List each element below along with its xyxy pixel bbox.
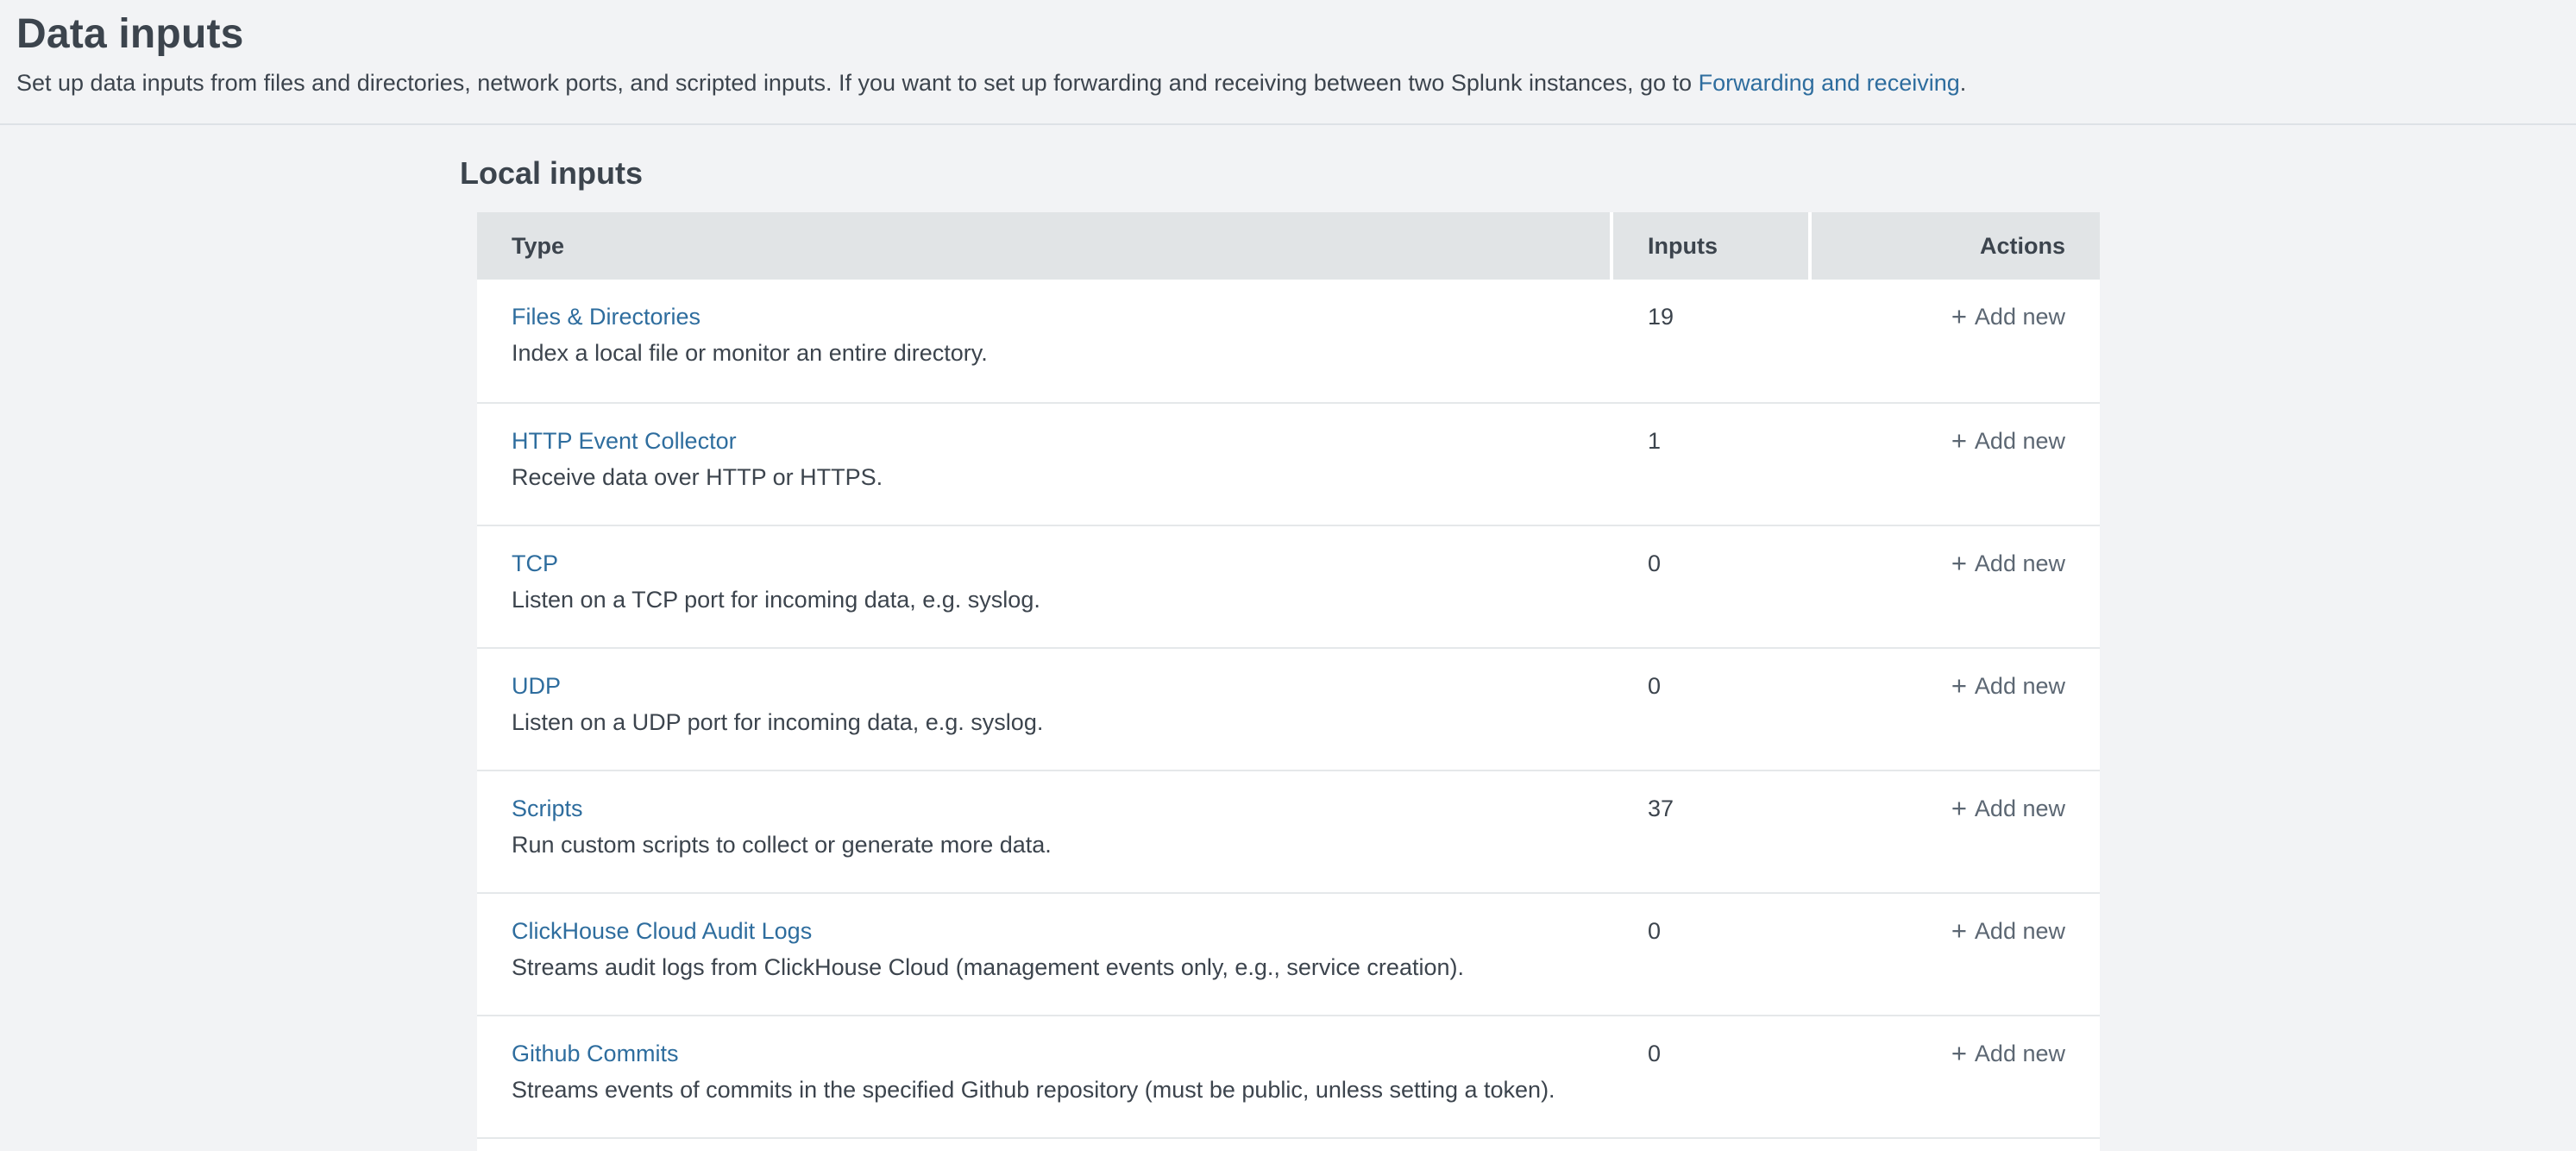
add-new-button[interactable]: + Add new xyxy=(1951,918,2065,944)
add-new-label: Add new xyxy=(1975,673,2065,699)
actions-cell: + Add new xyxy=(1812,894,2100,1015)
forwarding-and-receiving-link[interactable]: Forwarding and receiving xyxy=(1699,70,1960,96)
table-row: Files & Directories Index a local file o… xyxy=(477,280,2100,402)
column-header-inputs: Inputs xyxy=(1610,212,1808,280)
input-type-link[interactable]: ClickHouse Cloud Audit Logs xyxy=(512,916,812,946)
add-new-button[interactable]: + Add new xyxy=(1951,304,2065,330)
input-type-description: Streams events of commits in the specifi… xyxy=(512,1075,1575,1104)
input-type-link[interactable]: Files & Directories xyxy=(512,302,701,331)
table-row: UDP Listen on a UDP port for incoming da… xyxy=(477,647,2100,770)
plus-icon: + xyxy=(1951,426,1967,456)
table-row: TCP Listen on a TCP port for incoming da… xyxy=(477,525,2100,647)
type-cell: HTTP Event Collector Receive data over H… xyxy=(477,404,1610,525)
table-row: Scripts Run custom scripts to collect or… xyxy=(477,770,2100,892)
actions-cell: + Add new xyxy=(1812,280,2100,402)
subtitle-text-before: Set up data inputs from files and direct… xyxy=(16,70,1699,96)
add-new-button[interactable]: + Add new xyxy=(1951,796,2065,821)
inputs-count-cell: 1 xyxy=(1610,404,1812,525)
type-cell: UDP Listen on a UDP port for incoming da… xyxy=(477,649,1610,770)
add-new-button[interactable]: + Add new xyxy=(1951,673,2065,699)
actions-cell: + Add new xyxy=(1812,649,2100,770)
add-new-button[interactable]: + Add new xyxy=(1951,1041,2065,1066)
table-header-row: Type Inputs Actions xyxy=(477,212,2100,280)
actions-cell: + Add new xyxy=(1812,1016,2100,1137)
plus-icon: + xyxy=(1951,671,1967,701)
section-title: Local inputs xyxy=(460,156,2576,191)
actions-cell: + Add new xyxy=(1812,526,2100,647)
inputs-count-cell: 19 xyxy=(1610,280,1812,402)
input-type-link[interactable]: Scripts xyxy=(512,794,583,823)
input-type-description: Listen on a TCP port for incoming data, … xyxy=(512,585,1575,614)
actions-cell: + Add new xyxy=(1812,771,2100,892)
input-type-description: Streams audit logs from ClickHouse Cloud… xyxy=(512,953,1575,982)
table-row: Github Commits Streams events of commits… xyxy=(477,1015,2100,1137)
add-new-label: Add new xyxy=(1975,918,2065,944)
type-cell: Scripts Run custom scripts to collect or… xyxy=(477,771,1610,892)
inputs-count-cell: 0 xyxy=(1610,526,1812,647)
page-title: Data inputs xyxy=(16,12,2541,57)
add-new-button[interactable]: + Add new xyxy=(1951,550,2065,576)
add-new-button[interactable]: + Add new xyxy=(1951,428,2065,454)
type-cell: ClickHouse Cloud Audit Logs Streams audi… xyxy=(477,894,1610,1015)
subtitle-text-after: . xyxy=(1960,70,1967,96)
input-type-link[interactable]: Github Commits xyxy=(512,1039,679,1068)
content-area: Local inputs Type Inputs Actions Files &… xyxy=(0,156,2576,1151)
plus-icon: + xyxy=(1951,302,1967,331)
inputs-count-cell: 0 xyxy=(1610,1016,1812,1137)
add-new-label: Add new xyxy=(1975,550,2065,576)
partial-next-row xyxy=(477,1137,2100,1151)
inputs-count-cell: 0 xyxy=(1610,649,1812,770)
add-new-label: Add new xyxy=(1975,1041,2065,1066)
type-cell: TCP Listen on a TCP port for incoming da… xyxy=(477,526,1610,647)
input-type-link[interactable]: TCP xyxy=(512,549,558,578)
inputs-count-cell: 37 xyxy=(1610,771,1812,892)
add-new-label: Add new xyxy=(1975,428,2065,454)
page-header: Data inputs Set up data inputs from file… xyxy=(0,0,2576,125)
input-type-link[interactable]: UDP xyxy=(512,671,561,701)
table-body: Files & Directories Index a local file o… xyxy=(477,280,2100,1137)
type-cell: Files & Directories Index a local file o… xyxy=(477,280,1610,402)
type-cell: Github Commits Streams events of commits… xyxy=(477,1016,1610,1137)
input-type-description: Index a local file or monitor an entire … xyxy=(512,338,1575,368)
input-type-description: Receive data over HTTP or HTTPS. xyxy=(512,462,1575,492)
column-header-type: Type xyxy=(477,212,1610,280)
table-row: HTTP Event Collector Receive data over H… xyxy=(477,402,2100,525)
column-header-actions: Actions xyxy=(1808,212,2100,280)
input-type-link[interactable]: HTTP Event Collector xyxy=(512,426,737,456)
local-inputs-table: Type Inputs Actions Files & Directories … xyxy=(477,212,2100,1151)
plus-icon: + xyxy=(1951,549,1967,578)
inputs-count-cell: 0 xyxy=(1610,894,1812,1015)
actions-cell: + Add new xyxy=(1812,404,2100,525)
table-row: ClickHouse Cloud Audit Logs Streams audi… xyxy=(477,892,2100,1015)
plus-icon: + xyxy=(1951,1039,1967,1068)
add-new-label: Add new xyxy=(1975,304,2065,330)
input-type-description: Listen on a UDP port for incoming data, … xyxy=(512,708,1575,737)
input-type-description: Run custom scripts to collect or generat… xyxy=(512,830,1575,859)
page-subtitle: Set up data inputs from files and direct… xyxy=(16,69,2541,97)
plus-icon: + xyxy=(1951,916,1967,946)
plus-icon: + xyxy=(1951,794,1967,823)
add-new-label: Add new xyxy=(1975,796,2065,821)
